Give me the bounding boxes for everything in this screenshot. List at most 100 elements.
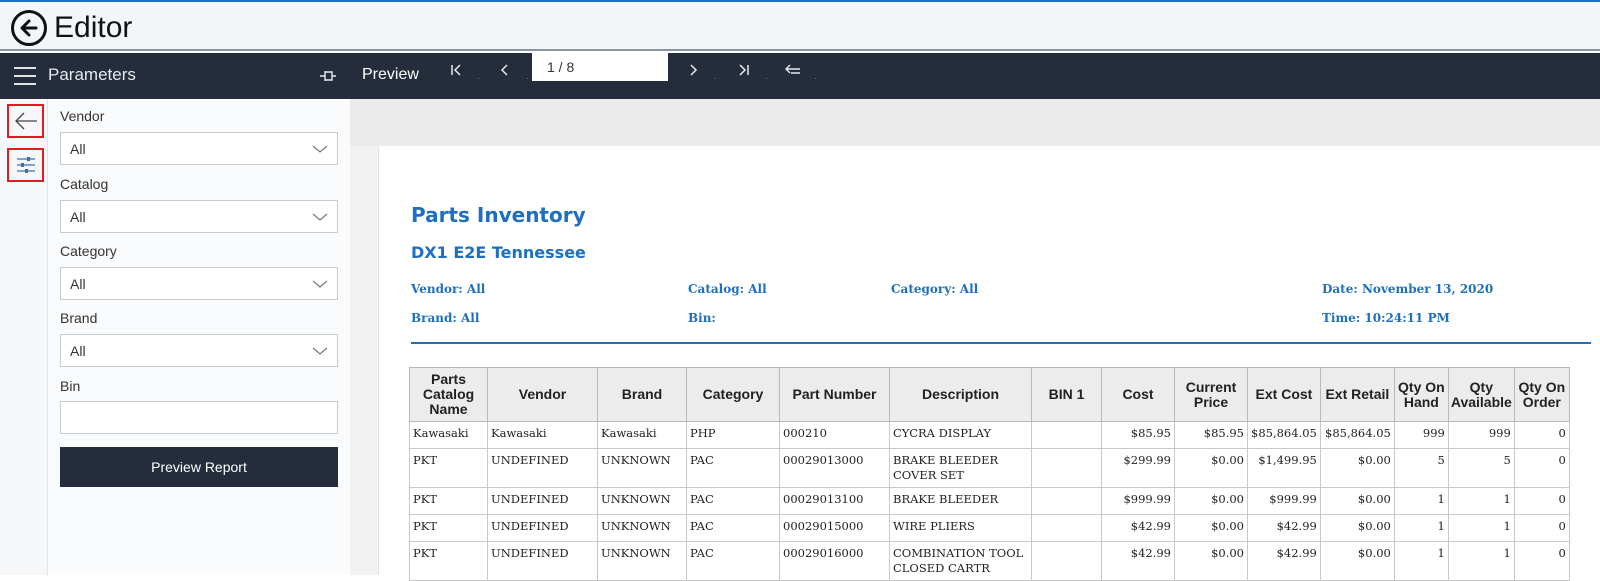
preview-report-button[interactable]: Preview Report xyxy=(60,447,338,487)
table-cell: $42.99 xyxy=(1247,514,1321,542)
table-cell: $85.95 xyxy=(1101,421,1175,449)
table-cell: UNDEFINED xyxy=(487,448,598,488)
table-cell: 1 xyxy=(1447,514,1515,542)
back-circle-button[interactable] xyxy=(11,10,47,46)
preview-header-strip xyxy=(350,99,1600,146)
table-cell: 0 xyxy=(1513,448,1570,488)
table-cell xyxy=(1031,421,1102,449)
vendor-value: All xyxy=(70,141,86,157)
table-cell: PAC xyxy=(686,448,780,488)
column-header[interactable]: Part Number xyxy=(779,367,890,422)
table-row: PKT UNDEFINED UNKNOWN PAC 00029015000 WI… xyxy=(409,514,1570,542)
column-header[interactable]: Qty On Order xyxy=(1513,367,1570,422)
column-header[interactable]: Ext Cost xyxy=(1247,367,1321,422)
vendor-label: Vendor xyxy=(60,108,105,124)
meta-vendor: Vendor: All xyxy=(411,282,486,296)
meta-brand: Brand: All xyxy=(411,311,480,325)
table-cell: $999.99 xyxy=(1101,487,1175,515)
first-page-icon xyxy=(451,64,461,76)
vendor-select[interactable]: All xyxy=(60,132,338,165)
toolbar: Parameters Preview 1 / 8 xyxy=(0,53,1600,99)
column-header[interactable]: Parts Catalog Name xyxy=(409,367,488,422)
brand-label: Brand xyxy=(60,310,98,326)
table-cell: $0.00 xyxy=(1174,448,1248,488)
table-cell xyxy=(1031,487,1102,515)
column-header[interactable]: Qty On Hand xyxy=(1393,367,1449,422)
column-header[interactable]: Cost xyxy=(1101,367,1175,422)
table-cell: BRAKE BLEEDER COVER SET xyxy=(889,448,1032,488)
table-cell: Kawasaki xyxy=(487,421,598,449)
arrow-left-icon xyxy=(20,19,38,37)
table-cell: PHP xyxy=(686,421,780,449)
catalog-select[interactable]: All xyxy=(60,200,338,233)
last-page-button[interactable] xyxy=(721,53,767,87)
table-cell: $0.00 xyxy=(1174,487,1248,515)
hamburger-menu-icon[interactable] xyxy=(14,67,36,85)
previous-page-button[interactable] xyxy=(482,53,528,87)
brand-select[interactable]: All xyxy=(60,334,338,367)
table-cell: 00029013000 xyxy=(779,448,890,488)
column-header[interactable]: Current Price xyxy=(1174,367,1248,422)
table-cell: 0 xyxy=(1513,514,1570,542)
column-header[interactable]: Description xyxy=(889,367,1032,422)
chevron-down-icon xyxy=(312,347,328,355)
chevron-left-icon xyxy=(500,64,508,76)
report-title: Parts Inventory xyxy=(411,203,586,227)
category-value: All xyxy=(70,276,86,292)
brand-value: All xyxy=(70,343,86,359)
column-header[interactable]: Vendor xyxy=(487,367,598,422)
table-cell: 0 xyxy=(1513,421,1570,449)
column-header[interactable]: BIN 1 xyxy=(1031,367,1102,422)
table-cell: $1,499.95 xyxy=(1247,448,1321,488)
meta-bin: Bin: xyxy=(688,311,716,325)
category-select[interactable]: All xyxy=(60,267,338,300)
bin-input[interactable] xyxy=(60,401,338,434)
table-cell: UNDEFINED xyxy=(487,514,598,542)
table-cell: $42.99 xyxy=(1101,514,1175,542)
table-cell: $85.95 xyxy=(1174,421,1248,449)
toggle-panel-button[interactable] xyxy=(770,53,816,87)
table-cell: PKT xyxy=(409,448,488,488)
inventory-table: Parts Catalog Name Vendor Brand Category… xyxy=(409,367,1570,581)
column-header[interactable]: Brand xyxy=(597,367,687,422)
table-cell: Kawasaki xyxy=(597,421,687,449)
collapse-parameters-button[interactable] xyxy=(7,104,44,138)
table-cell: 999 xyxy=(1393,421,1449,449)
report-divider xyxy=(411,342,1591,344)
chevron-down-icon xyxy=(312,213,328,221)
chevron-down-icon xyxy=(312,145,328,153)
table-cell: 1 xyxy=(1393,514,1449,542)
meta-category: Category: All xyxy=(891,282,979,296)
column-header[interactable]: Ext Retail xyxy=(1319,367,1395,422)
table-cell: $0.00 xyxy=(1319,514,1395,542)
table-cell: 0 xyxy=(1513,487,1570,515)
column-header[interactable]: Category xyxy=(686,367,780,422)
table-cell: $0.00 xyxy=(1319,448,1395,488)
collapse-left-icon xyxy=(785,64,800,74)
table-cell: 5 xyxy=(1447,448,1515,488)
parameters-settings-button[interactable] xyxy=(7,148,44,182)
pin-icon[interactable] xyxy=(318,66,338,86)
page-title: Editor xyxy=(54,11,133,44)
parameters-panel: Vendor All Catalog All Category All Bran… xyxy=(48,99,350,575)
catalog-label: Catalog xyxy=(60,176,109,192)
column-header[interactable]: Qty Available xyxy=(1447,367,1515,422)
page-indicator-input[interactable]: 1 / 8 xyxy=(532,53,668,81)
report-preview-area: Parts Inventory DX1 E2E Tennessee Vendor… xyxy=(350,99,1600,581)
first-page-button[interactable] xyxy=(433,53,479,87)
sliders-icon xyxy=(16,157,35,173)
table-cell: $85,864.05 xyxy=(1247,421,1321,449)
chevron-right-icon xyxy=(690,64,698,76)
table-cell: $999.99 xyxy=(1247,487,1321,515)
table-cell: UNKNOWN xyxy=(597,487,687,515)
meta-date: Date: November 13, 2020 xyxy=(1322,282,1494,296)
preview-title: Preview xyxy=(362,66,419,83)
table-cell: 00029013100 xyxy=(779,487,890,515)
table-cell: 00029015000 xyxy=(779,514,890,542)
table-cell: BRAKE BLEEDER xyxy=(889,487,1032,515)
table-cell: 000210 xyxy=(779,421,890,449)
meta-time: Time: 10:24:11 PM xyxy=(1322,311,1450,325)
category-label: Category xyxy=(60,243,117,259)
table-cell: PKT xyxy=(409,487,488,515)
next-page-button[interactable] xyxy=(670,53,716,87)
